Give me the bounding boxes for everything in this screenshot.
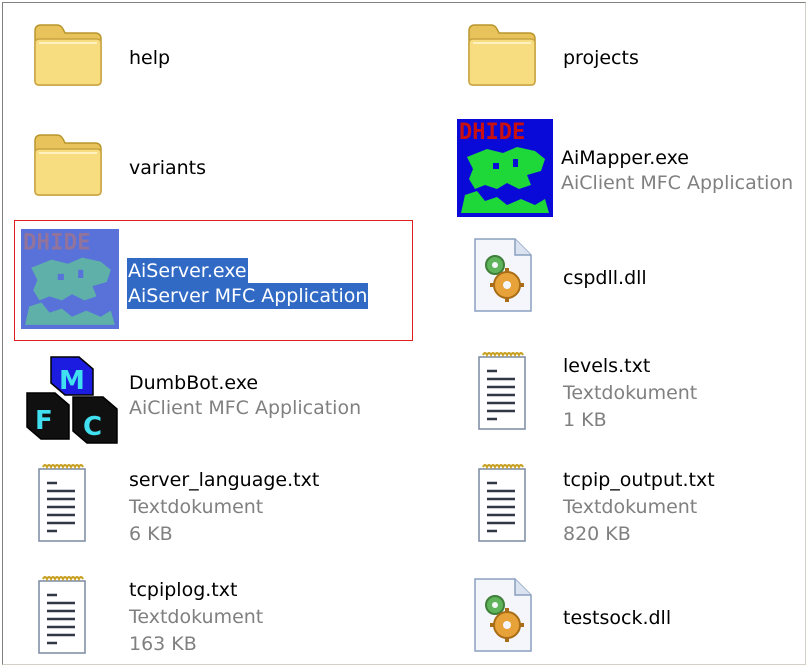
- file-name: projects: [563, 47, 639, 69]
- file-name: variants: [129, 157, 207, 179]
- file-size: 1 KB: [563, 409, 607, 431]
- file-item-help[interactable]: help: [31, 17, 361, 97]
- file-type: AiClient MFC Application: [561, 172, 794, 194]
- file-name: testsock.dll: [563, 607, 672, 629]
- file-item-server-language[interactable]: server_language.txt Textdokument 6 KB: [35, 457, 405, 557]
- file-name: tcpip_output.txt: [563, 469, 715, 491]
- file-type: Textdokument: [563, 382, 698, 404]
- dll-gear-icon: [474, 238, 532, 312]
- mfc-letter: C: [83, 412, 102, 442]
- file-item-testsock[interactable]: testsock.dll: [469, 575, 799, 661]
- text-document-icon: [38, 464, 86, 542]
- selection-overlay: [21, 229, 119, 329]
- file-name: server_language.txt: [129, 469, 320, 491]
- file-item-variants[interactable]: variants: [31, 127, 361, 207]
- file-type: Textdokument: [129, 496, 264, 518]
- file-type: Textdokument: [129, 606, 264, 628]
- dhide-logo-text: DHIDE: [459, 120, 525, 145]
- file-name: AiServer.exe: [127, 258, 248, 284]
- file-size: 820 KB: [563, 523, 631, 545]
- file-item-aimapper[interactable]: DHIDE AiMapper.exe AiClient MFC Applicat…: [457, 119, 802, 219]
- file-size: 6 KB: [129, 523, 173, 545]
- dhide-app-icon: DHIDE: [457, 119, 553, 217]
- dll-gear-icon: [474, 578, 532, 652]
- file-item-dumbbot[interactable]: M F C DumbBot.exe AiClient MFC Applicati…: [23, 347, 403, 447]
- text-document-icon: [38, 576, 86, 654]
- file-name: tcpiplog.txt: [129, 579, 238, 601]
- file-name: help: [129, 47, 171, 69]
- text-document-icon: [478, 352, 526, 430]
- file-item-aiserver[interactable]: DHIDE AiServer.exe AiServer MFC Applicat…: [21, 229, 406, 333]
- file-name: levels.txt: [563, 355, 651, 377]
- folder-icon: [468, 24, 536, 86]
- file-name: cspdll.dll: [563, 267, 647, 289]
- file-type: Textdokument: [563, 496, 698, 518]
- file-item-tcpiplog[interactable]: tcpiplog.txt Textdokument 163 KB: [35, 569, 405, 663]
- mfc-letter: F: [35, 406, 53, 436]
- mfc-app-icon: M F C: [23, 347, 121, 447]
- file-type: AiClient MFC Application: [129, 397, 362, 419]
- file-item-projects[interactable]: projects: [465, 17, 795, 97]
- file-item-cspdll[interactable]: cspdll.dll: [469, 235, 799, 325]
- file-item-tcpip-output[interactable]: tcpip_output.txt Textdokument 820 KB: [475, 457, 795, 557]
- file-name: AiMapper.exe: [561, 147, 689, 169]
- file-name: DumbBot.exe: [129, 372, 259, 394]
- file-type: AiServer MFC Application: [127, 283, 369, 309]
- mfc-letter: M: [59, 366, 85, 396]
- folder-icon: [34, 134, 102, 196]
- file-list-view: help projects variants DHIDE AiMapper.ex…: [2, 2, 806, 665]
- folder-icon: [34, 24, 102, 86]
- file-size: 163 KB: [129, 633, 197, 655]
- file-item-levels[interactable]: levels.txt Textdokument 1 KB: [475, 345, 795, 445]
- text-document-icon: [478, 464, 526, 542]
